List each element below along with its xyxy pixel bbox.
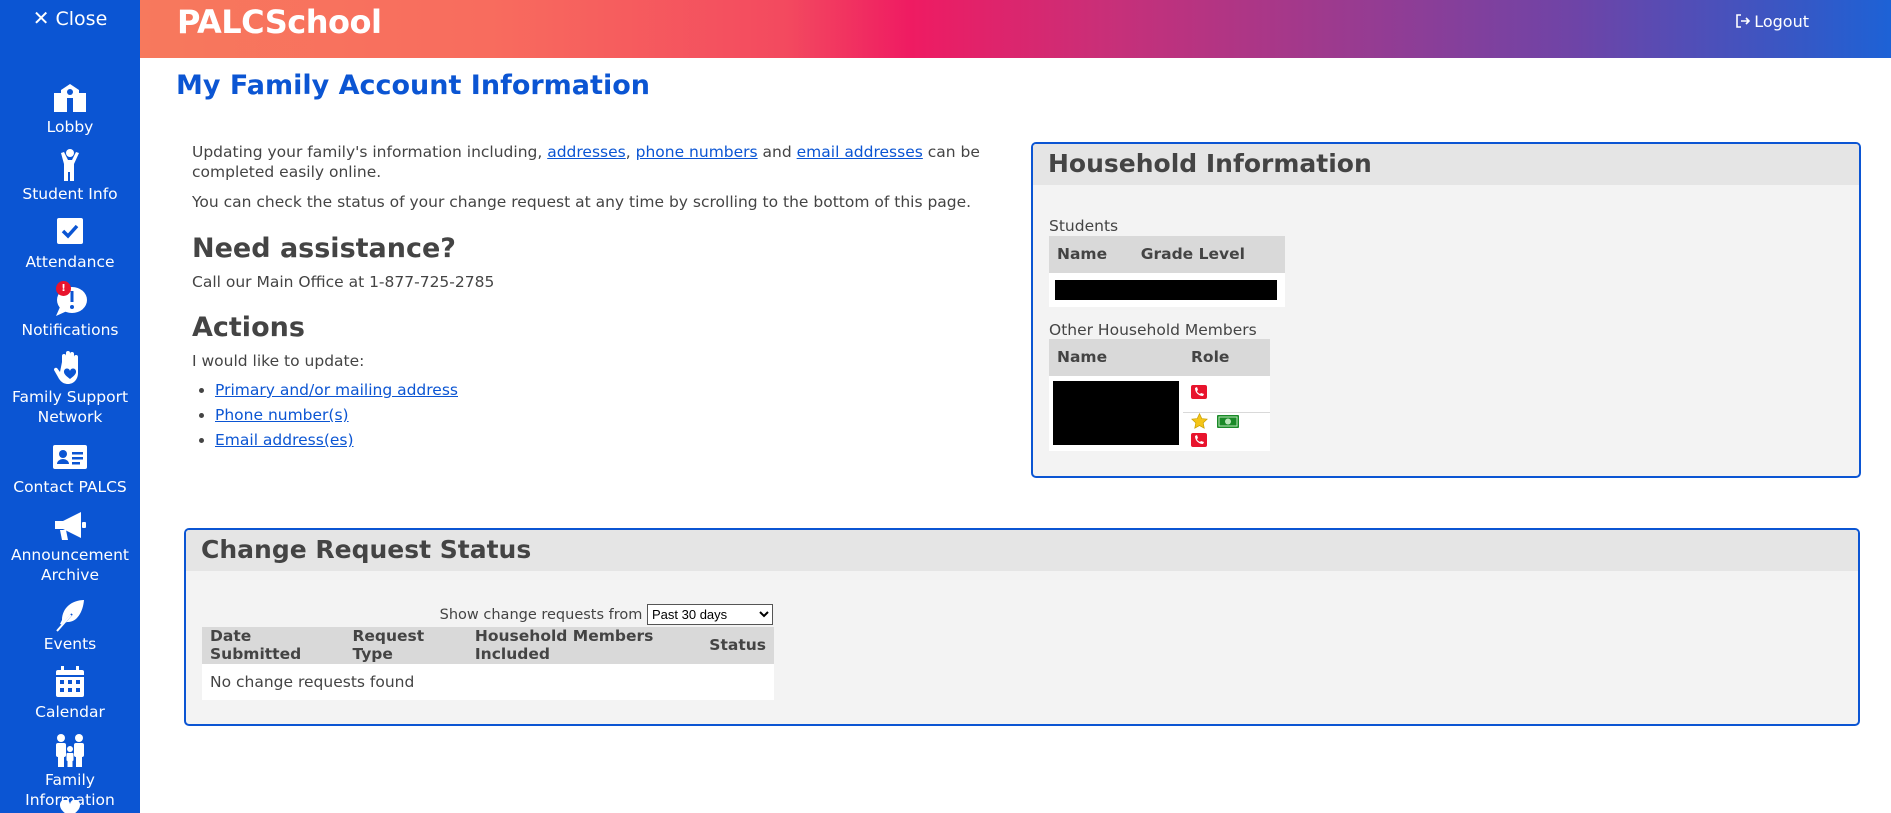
sidebar-item-calendar[interactable]: Calendar: [0, 665, 140, 722]
sidebar-item-events[interactable]: Events: [0, 597, 140, 654]
change-request-status-panel: Change Request Status Show change reques…: [184, 528, 1860, 726]
change-request-status-title: Change Request Status: [186, 530, 1858, 571]
filter-label: Show change requests from: [439, 607, 643, 623]
top-header: PALCSchool Logout: [140, 0, 1891, 58]
column-header-status: Status: [701, 627, 774, 664]
logout-icon: [1735, 12, 1754, 31]
school-icon: [50, 80, 90, 116]
column-header-date-submitted: Date Submitted: [202, 627, 345, 664]
phone-numbers-link[interactable]: phone numbers: [636, 143, 758, 161]
addresses-link[interactable]: addresses: [547, 143, 626, 161]
table-row: [1049, 271, 1285, 307]
other-members-label: Other Household Members: [1049, 321, 1257, 339]
sidebar-item-notifications[interactable]: ! Notifications: [0, 281, 140, 340]
list-item: Primary and/or mailing address: [215, 378, 458, 403]
assistance-heading: Need assistance?: [192, 233, 456, 264]
close-sidebar-button[interactable]: ✕ Close: [0, 6, 140, 30]
column-header-name: Name: [1049, 339, 1183, 375]
update-address-link[interactable]: Primary and/or mailing address: [215, 381, 458, 399]
table-row: No change requests found: [202, 663, 774, 700]
page-title: My Family Account Information: [176, 70, 650, 101]
column-header-role: Role: [1183, 339, 1270, 375]
sidebar-item-lobby[interactable]: Lobby: [0, 80, 140, 137]
megaphone-icon: [50, 508, 90, 544]
logout-button[interactable]: Logout: [1735, 12, 1809, 31]
contact-card-icon: [50, 440, 90, 476]
household-information-panel: Household Information Students Name Grad…: [1031, 142, 1861, 478]
phone-contact-icon: [1191, 433, 1207, 451]
email-addresses-link[interactable]: email addresses: [797, 143, 923, 161]
empty-state-text: No change requests found: [202, 663, 774, 700]
list-item: Phone number(s): [215, 403, 458, 428]
calendar-icon: [50, 665, 90, 701]
students-label: Students: [1049, 217, 1119, 235]
redacted-student: [1055, 279, 1277, 300]
sidebar-item-announcement-archive[interactable]: Announcement Archive: [0, 508, 140, 585]
sidebar: ✕ Close Lobby Student Info Attendance ! N…: [0, 0, 140, 813]
hand-heart-icon: [50, 350, 90, 386]
close-icon: ✕: [32, 6, 50, 30]
filter-row: Show change requests from Past 30 days: [202, 604, 773, 625]
actions-list: Primary and/or mailing address Phone num…: [215, 378, 458, 453]
household-members-table: Name Role: [1049, 339, 1270, 451]
column-header-request-type: Request Type: [344, 627, 467, 664]
status-note: You can check the status of your change …: [192, 193, 972, 211]
actions-prompt: I would like to update:: [192, 352, 365, 370]
actions-heading: Actions: [192, 312, 305, 343]
money-icon: [1216, 414, 1239, 432]
sidebar-item-student-info[interactable]: Student Info: [0, 147, 140, 204]
feather-icon: [50, 597, 90, 633]
sidebar-item-family-information[interactable]: Family Information: [0, 733, 140, 810]
column-header-grade-level: Grade Level: [1132, 236, 1285, 272]
intro-paragraph: Updating your family's information inclu…: [192, 143, 980, 181]
notification-badge: !: [56, 281, 71, 296]
change-requests-table: Date Submitted Request Type Household Me…: [202, 627, 774, 700]
heart-icon: [59, 799, 81, 813]
students-table: Name Grade Level: [1049, 236, 1285, 307]
assistance-phone-text: Call our Main Office at 1-877-725-2785: [192, 273, 495, 291]
column-header-name: Name: [1049, 236, 1133, 272]
update-phone-link[interactable]: Phone number(s): [215, 406, 349, 424]
sidebar-item-attendance[interactable]: Attendance: [0, 215, 140, 272]
sidebar-item-family-support-network[interactable]: Family Support Network: [0, 350, 140, 427]
sidebar-item-contact-palcs[interactable]: Contact PALCS: [0, 440, 140, 497]
household-information-title: Household Information: [1033, 144, 1859, 185]
family-icon: [50, 733, 90, 769]
column-header-household-members: Household Members Included: [466, 627, 702, 664]
student-icon: [50, 147, 90, 183]
checkbox-icon: [50, 215, 90, 251]
redacted-member: [1053, 381, 1179, 446]
table-row: [1049, 374, 1270, 451]
date-range-select[interactable]: Past 30 days: [647, 604, 773, 625]
list-item: Email address(es): [215, 428, 458, 453]
star-icon: [1191, 412, 1208, 433]
notification-bubble-icon: !: [50, 281, 90, 319]
brand-logo: PALCSchool: [177, 3, 382, 41]
update-email-link[interactable]: Email address(es): [215, 431, 354, 449]
phone-contact-icon: [1191, 384, 1207, 403]
